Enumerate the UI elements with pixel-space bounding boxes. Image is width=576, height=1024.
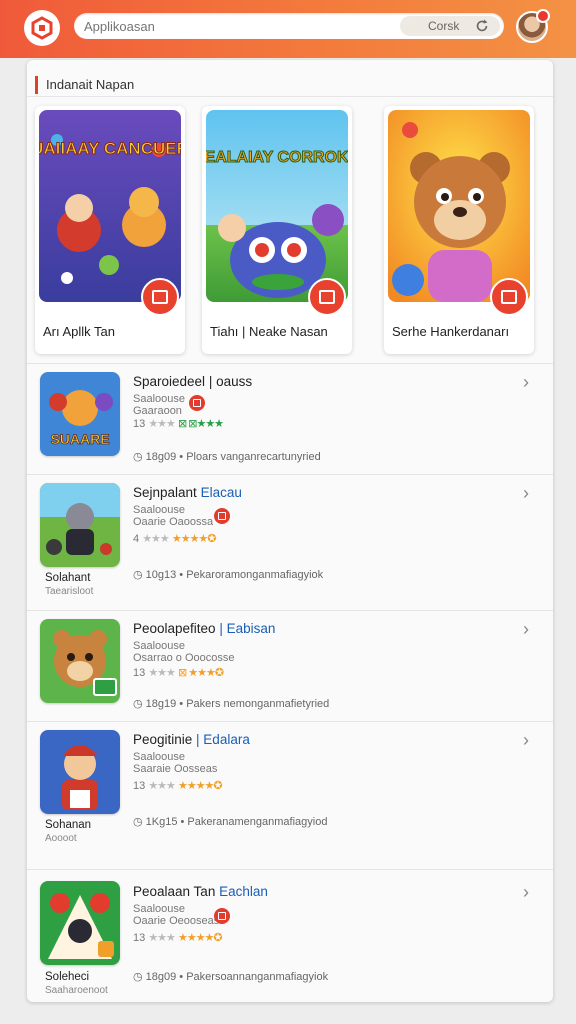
list-item[interactable]: SUAARE Sparoiedeel | oauss Saaloouse Gaa… (27, 363, 553, 474)
top-bar: Corsk (0, 0, 576, 58)
app-meta: ◷ 18g09 • Ploars vanganrecartunyried (133, 451, 321, 463)
divider (27, 96, 553, 97)
app-title: Sejnpalant Elacau (133, 485, 242, 500)
star-icon: ★★★ (148, 667, 176, 679)
app-icon-caption: Solahant Taearisloot (45, 572, 94, 597)
star-icon: ★★★ (148, 418, 176, 430)
search-button[interactable]: Corsk (400, 16, 500, 36)
app-category: Osarrao o Ooocosse (133, 652, 235, 664)
app-icon-text: SUAARE (50, 431, 109, 447)
app-icon (40, 619, 120, 703)
app-badge-icon (214, 908, 230, 924)
app-subtitle: Saaloouse (133, 393, 185, 405)
featured-card[interactable]: Serhe Hankerdanarı (384, 106, 534, 354)
app-title: Peoalaan Tan Eachlan (133, 884, 268, 899)
refresh-icon[interactable] (474, 18, 490, 34)
featured-card[interactable]: SUAIIAAY CANCUERS Arı Apllk Tan (35, 106, 185, 354)
list-item[interactable]: Solahant Taearisloot Sejnpalant Elacau Sa… (27, 474, 553, 610)
app-rating: 13 ★★★ ⊠ ⊠★★★ (133, 418, 224, 430)
app-title: Peoolapefiteo | Eabisan (133, 621, 276, 636)
app-rating: 4 ★★★ ★★★★✪ (133, 533, 217, 545)
featured-image: FEALAIAY CORROKS (206, 110, 348, 302)
app-icon-caption: Soleheci Saaharoenoot (45, 971, 108, 996)
app-icon: SUAARE (40, 372, 120, 456)
star-icon: ★★★ (148, 780, 176, 792)
featured-image: SUAIIAAY CANCUERS (39, 110, 181, 302)
search-bar: Corsk (74, 13, 504, 39)
notification-badge (536, 9, 550, 23)
app-meta: ◷ 10g13 • Pekaroramonganmafiagyiok (133, 569, 324, 581)
app-title: Peogitinie | Edalara (133, 732, 250, 747)
app-icon (40, 881, 120, 965)
app-subtitle: Saaloouse (133, 903, 185, 915)
star-icon: ★★★★✪ (177, 780, 223, 792)
featured-card[interactable]: FEALAIAY CORROKS Tiahı | Neake Nasan (202, 106, 352, 354)
app-rating: 13 ★★★ ★★★★✪ (133, 932, 223, 944)
app-subtitle: Saaloouse (133, 751, 185, 763)
app-icon-caption: Sohanan Aoooot (45, 819, 92, 844)
star-icon: ⊠ ★★★✪ (177, 667, 224, 679)
app-meta: ◷ 1Kg15 • Pakeranamenganmafiagyiod (133, 816, 328, 828)
search-input[interactable] (84, 13, 384, 39)
featured-art-text: SUAIIAAY CANCUERS (39, 139, 181, 158)
list-item[interactable]: Sohanan Aoooot Peogitinie | Edalara Saalo… (27, 721, 553, 869)
app-title: Sparoiedeel | oauss (133, 374, 253, 389)
app-meta: ◷ 18g09 • Pakersoannanganmafiagyiok (133, 971, 329, 983)
star-icon: ★★★ (148, 932, 176, 944)
app-badge-icon (189, 395, 205, 411)
app-subtitle: Saaloouse (133, 504, 185, 516)
list-item[interactable]: Peoolapefiteo | Eabisan Saaloouse Osarra… (27, 610, 553, 721)
app-category: Oaarie Oaoossa (133, 516, 214, 528)
app-badge-icon (214, 508, 230, 524)
app-logo-icon[interactable] (24, 10, 60, 46)
app-category: Saaraie Oosseas (133, 763, 218, 775)
chevron-right-icon[interactable]: › (523, 483, 529, 504)
search-button-label: Corsk (428, 19, 460, 33)
star-icon: ★★★★✪ (177, 932, 223, 944)
featured-badge-icon[interactable] (141, 278, 179, 316)
app-icon (40, 483, 120, 567)
featured-badge-icon[interactable] (308, 278, 346, 316)
app-meta: ◷ 18g19 • Pakers nemonganmafietyried (133, 698, 330, 710)
list-item[interactable]: Soleheci Saaharoenoot Peoalaan Tan Eachla… (27, 869, 553, 1002)
app-subtitle: Saaloouse (133, 640, 185, 652)
app-icon (40, 730, 120, 814)
app-category: Oaarie Oeooseas (133, 915, 220, 927)
app-rating: 13 ★★★ ⊠ ★★★✪ (133, 667, 224, 679)
featured-label: Tiahı | Neake Nasan (210, 324, 328, 339)
app-rating: 13 ★★★ ★★★★✪ (133, 780, 223, 792)
chevron-right-icon[interactable]: › (523, 372, 529, 393)
star-icon: ★★★★✪ (171, 533, 217, 545)
chevron-right-icon[interactable]: › (523, 882, 529, 903)
featured-image (388, 110, 530, 302)
app-category: Gaaraoon (133, 405, 182, 417)
featured-badge-icon[interactable] (490, 278, 528, 316)
chevron-right-icon[interactable]: › (523, 730, 529, 751)
featured-art-text: FEALAIAY CORROKS (206, 149, 348, 166)
featured-label: Serhe Hankerdanarı (392, 324, 510, 339)
content-panel: Indanait Napan SUAIIAAY CANCUERS Arı Apl… (27, 60, 553, 1002)
chevron-right-icon[interactable]: › (523, 619, 529, 640)
section-title: Indanait Napan (35, 76, 134, 94)
star-icon: ⊠ ⊠★★★ (177, 418, 224, 430)
star-icon: ★★★ (142, 533, 170, 545)
featured-label: Arı Apllk Tan (43, 324, 116, 339)
